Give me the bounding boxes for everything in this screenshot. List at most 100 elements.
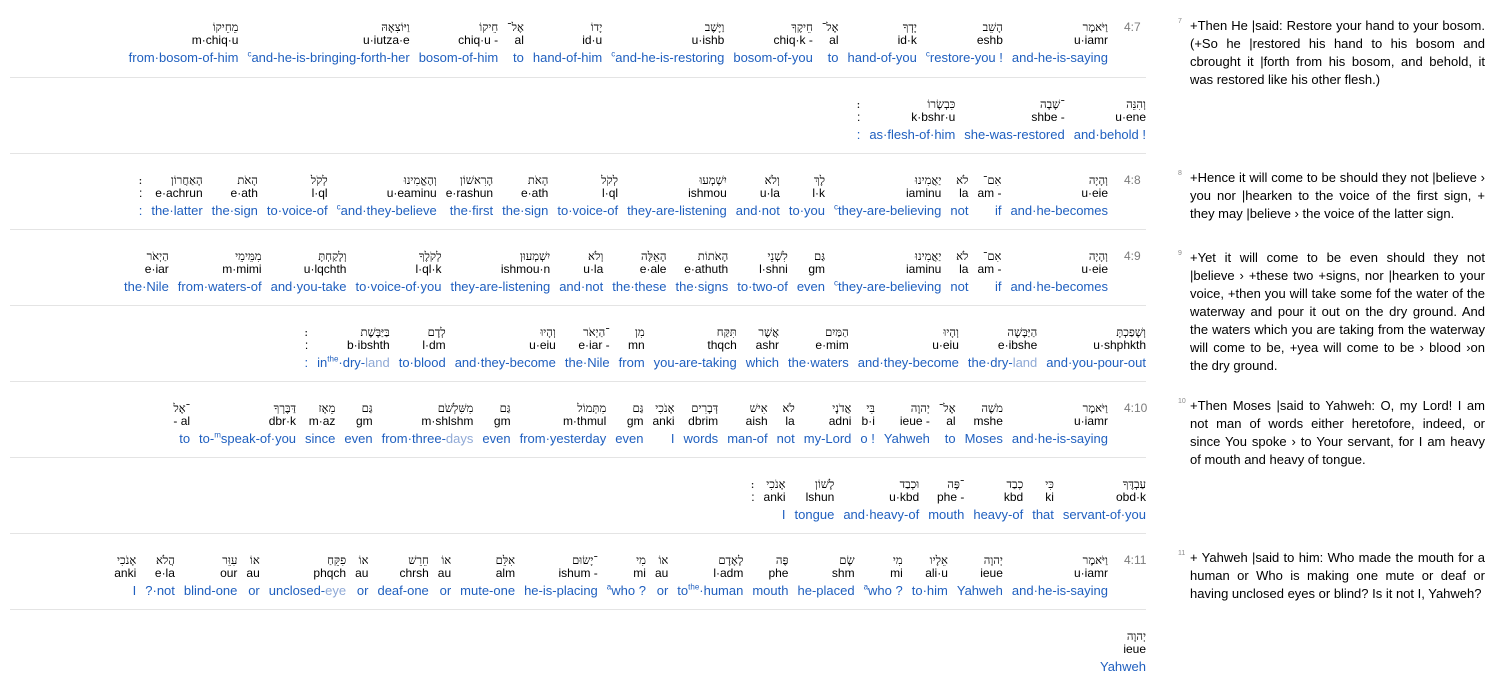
- word-column[interactable]: :::: [856, 97, 860, 144]
- word-column[interactable]: מִשִּׁלְשֹׁם m·shlshm from·three-days: [382, 401, 474, 448]
- word-column[interactable]: יָדוֹ id·u hand-of-him: [533, 20, 602, 67]
- word-column[interactable]: אָנֹכִי anki I: [652, 401, 674, 448]
- word-column[interactable]: תִּקַּח thqch you-are-taking: [654, 325, 737, 372]
- word-column[interactable]: אָנֹכִי anki I: [114, 553, 136, 600]
- word-column[interactable]: מִי mi awho ?: [864, 553, 903, 600]
- word-column[interactable]: וַיֹּאמֶר u·iamr and·he-is-saying: [1012, 553, 1108, 600]
- word-column[interactable]: וְלָקַחְתָּ u·lqchth and·you-take: [271, 249, 347, 296]
- word-column[interactable]: אִישׁ aish man-of: [727, 401, 767, 448]
- word-column[interactable]: :::: [304, 325, 308, 372]
- word-column[interactable]: וְהָיוּ u·eiu and·they-become: [455, 325, 556, 372]
- word-column[interactable]: חֵיקוֹ chiq·u - bosom-of-him: [419, 20, 498, 67]
- word-column[interactable]: עִוֵּר our blind-one: [184, 553, 238, 600]
- word-column[interactable]: וְשָׁפַכְתָּ u·shphkth and·you-pour-out: [1046, 325, 1146, 372]
- word-column[interactable]: יִשְׁמְעוּ ishmou they-are-listening: [627, 173, 727, 220]
- word-column[interactable]: הָרִאשׁוֹן e·rashun the·first: [446, 173, 493, 220]
- word-column[interactable]: גַּם gm even: [615, 401, 643, 448]
- word-column[interactable]: כִּבְשָׂרוֹ k·bshr·u as·flesh-of·him: [869, 97, 955, 144]
- word-column[interactable]: מֹשֶׁה mshe Moses: [965, 401, 1003, 448]
- word-column[interactable]: וַיֹּאמֶר u·iamr and-he-is-saying: [1012, 20, 1108, 67]
- word-column[interactable]: הַמַּיִם e·mim the·waters: [788, 325, 849, 372]
- word-column[interactable]: דַּבֶּרְךָ dbr·k to-mspeak-of·you: [199, 401, 296, 448]
- word-column[interactable]: וַיּוֹצִאָהּ u·iutza·e cand-he-is-bringing…: [247, 20, 409, 67]
- word-column[interactable]: יְהוָה ieue Yahweh: [957, 553, 1003, 600]
- word-column[interactable]: הֲלֹא e·la ?·not: [145, 553, 175, 600]
- word-column[interactable]: שָׂם shm he-placed: [797, 553, 854, 600]
- word-column[interactable]: אֶל־ al to: [507, 20, 524, 67]
- word-column[interactable]: כְבַד kbd heavy-of: [973, 477, 1023, 524]
- word-column[interactable]: לֹא la not: [950, 173, 968, 220]
- word-column[interactable]: פִקֵּחַ phqch unclosed-eye: [269, 553, 346, 600]
- word-column[interactable]: פֶּה phe mouth: [752, 553, 788, 600]
- word-column[interactable]: לָשׁוֹן lshun tongue: [795, 477, 835, 524]
- word-column[interactable]: לֹא la not: [950, 249, 968, 296]
- word-column[interactable]: ־הַיְאֹר e·iar - the·Nile: [565, 325, 610, 372]
- word-column[interactable]: אֶל־ al to: [822, 20, 839, 67]
- word-column[interactable]: הַיַּבָּשָׁה e·ibshe the·dry-land: [968, 325, 1037, 372]
- word-column[interactable]: אִלֵּם alm mute-one: [460, 553, 515, 600]
- word-column[interactable]: ־יָשׂוּם ishum - he-is-placing: [524, 553, 598, 600]
- word-column[interactable]: הָשֵׁב eshb crestore-you !: [926, 20, 1003, 67]
- word-column[interactable]: אֲדֹנָי adni my-Lord: [804, 401, 852, 448]
- word-column[interactable]: אִם־ am - if: [977, 173, 1001, 220]
- word-column[interactable]: הָאֵלֶּה e·ale the·these: [612, 249, 666, 296]
- word-column[interactable]: לְדָם l·dm to·blood: [399, 325, 446, 372]
- word-column[interactable]: אִם־ am - if: [977, 249, 1001, 296]
- word-column[interactable]: מִתְּמוֹל m·thmul from·yesterday: [520, 401, 607, 448]
- word-column[interactable]: וְהָיָה u·eie and·he-becomes: [1010, 249, 1108, 296]
- word-column[interactable]: וְלֹא u·la and·not: [736, 173, 780, 220]
- word-column[interactable]: אֲשֶׁר ashr which: [746, 325, 779, 372]
- word-column[interactable]: אוֹ au or: [246, 553, 259, 600]
- word-column[interactable]: יָדְךָ id·k hand-of-you: [848, 20, 917, 67]
- word-column[interactable]: יִשְׁמְעוּן ishmou·n they-are-listening: [450, 249, 550, 296]
- word-column[interactable]: מֵחֵיקוֹ m·chiq·u from·bosom-of-him: [129, 20, 239, 67]
- word-column[interactable]: וְהֶאֱמִינוּ u·eaminu cand·they-believe: [337, 173, 437, 220]
- word-column[interactable]: חֵרֵשׁ chrsh deaf-one: [377, 553, 428, 600]
- word-column[interactable]: אוֹ au or: [438, 553, 451, 600]
- word-column[interactable]: אָנֹכִי anki I: [764, 477, 786, 524]
- word-column[interactable]: אוֹ au or: [655, 553, 668, 600]
- word-column[interactable]: הָאֹת e·ath the·sign: [212, 173, 258, 220]
- word-column[interactable]: גַּם gm even: [482, 401, 510, 448]
- word-column[interactable]: לִשְׁנֵי l·shni to·two-of: [737, 249, 788, 296]
- word-column[interactable]: יַאֲמִינוּ iaminu cthey-are-believing: [834, 173, 941, 220]
- word-column[interactable]: מִן mn from: [619, 325, 645, 372]
- word-column[interactable]: דְּבָרִים dbrim words: [684, 401, 719, 448]
- word-column[interactable]: לְקֹלֶךָ l·ql·k to·voice-of·you: [355, 249, 441, 296]
- word-column[interactable]: חֵיקֶךָ chiq·k - bosom-of-you: [733, 20, 812, 67]
- word-column[interactable]: ־שָׁבָה shbe - she-was-restored: [964, 97, 1064, 144]
- word-column[interactable]: וְלֹא u·la and·not: [559, 249, 603, 296]
- word-column[interactable]: כִּי ki that: [1032, 477, 1054, 524]
- word-column[interactable]: וְהָיָה u·eie and·he-becomes: [1010, 173, 1108, 220]
- word-column[interactable]: וַיָּשֶׁב u·ishb cand-he-is-restoring: [611, 20, 724, 67]
- word-column[interactable]: וְהָיוּ u·eiu and·they-become: [858, 325, 959, 372]
- word-column[interactable]: יְהוָה ieue - Yahweh: [884, 401, 930, 448]
- word-column[interactable]: גַּם gm even: [344, 401, 372, 448]
- word-column[interactable]: יְהוָה ieue Yahweh: [1100, 629, 1146, 676]
- word-column[interactable]: יַאֲמִינוּ iaminu cthey-are-believing: [834, 249, 941, 296]
- word-column[interactable]: ־פֶּה phe - mouth: [928, 477, 964, 524]
- word-column[interactable]: הָאַחֲרוֹן e·achrun the·latter: [151, 173, 202, 220]
- word-column[interactable]: וּכְבַד u·kbd and·heavy-of: [843, 477, 919, 524]
- word-column[interactable]: לֹא la not: [777, 401, 795, 448]
- word-column[interactable]: מִמֵּימֵי m·mimi from·waters-of: [178, 249, 262, 296]
- word-column[interactable]: גַּם gm even: [797, 249, 825, 296]
- word-column[interactable]: אוֹ au or: [355, 553, 368, 600]
- word-column[interactable]: מֵאָז m·az since: [305, 401, 335, 448]
- word-column[interactable]: אֵלָיו ali·u to·him: [912, 553, 948, 600]
- word-column[interactable]: וַיֹּאמֶר u·iamr and·he-is-saying: [1012, 401, 1108, 448]
- word-column[interactable]: וְהִנֵּה u·ene and·behold !: [1074, 97, 1146, 144]
- word-column[interactable]: לָךְ l·k to·you: [789, 173, 825, 220]
- word-column[interactable]: בִּי b·i o !: [860, 401, 874, 448]
- word-column[interactable]: ::: [751, 477, 755, 524]
- word-column[interactable]: מִי mi awho ?: [607, 553, 646, 600]
- word-column[interactable]: בַּיַּבָּשֶׁת b·ibshth inthe·dry-land: [317, 325, 390, 372]
- word-column[interactable]: הָאֹתוֹת e·athuth the·signs: [675, 249, 728, 296]
- word-column[interactable]: הָאֹת e·ath the·sign: [502, 173, 548, 220]
- word-column[interactable]: לָאָדָם l·adm tothe·human: [677, 553, 743, 600]
- word-column[interactable]: עַבְדֶּךָ obd·k servant-of·you: [1063, 477, 1146, 524]
- word-column[interactable]: :::: [138, 173, 142, 220]
- word-column[interactable]: אֶל־ al to: [939, 401, 956, 448]
- word-column[interactable]: הַיְאֹר e·iar the·Nile: [124, 249, 169, 296]
- word-column[interactable]: לְקֹל l·ql to·voice-of: [557, 173, 618, 220]
